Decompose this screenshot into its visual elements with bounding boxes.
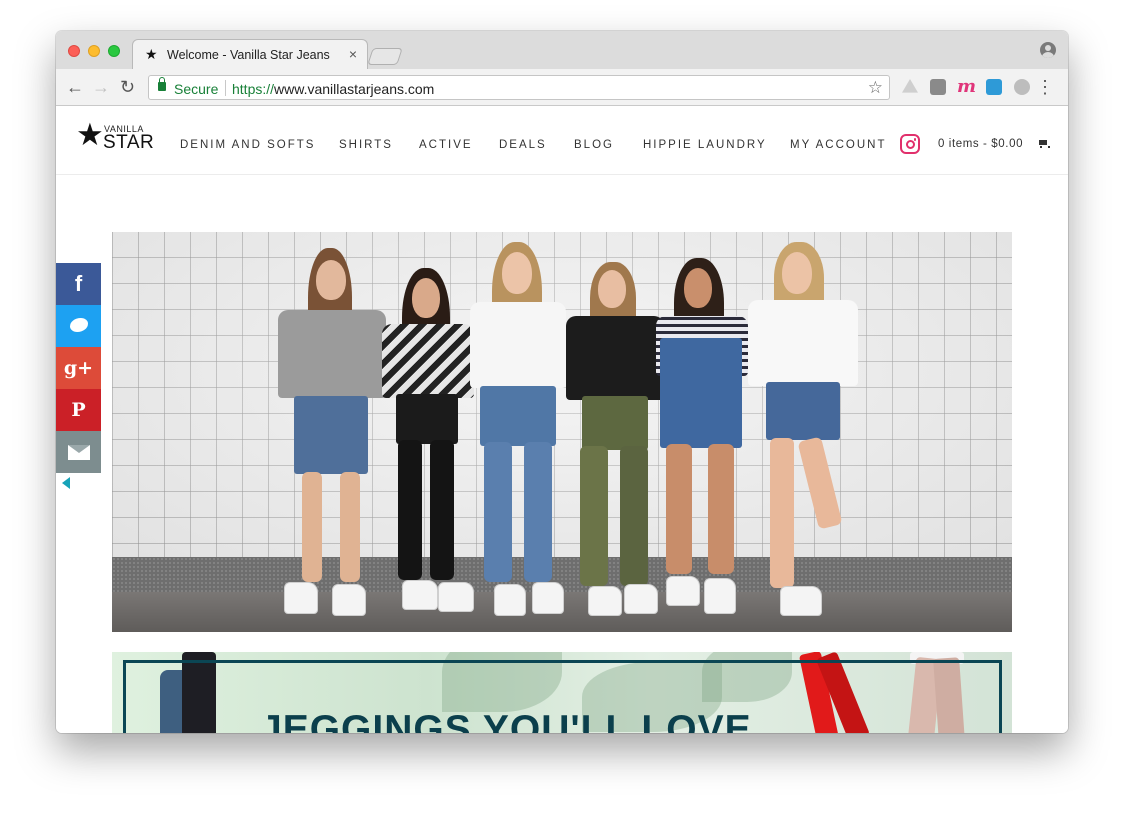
twitter-share-button[interactable] — [56, 305, 101, 347]
model-figure — [272, 248, 392, 628]
tab-close-icon[interactable]: × — [349, 46, 357, 62]
star-logo-icon: ★ — [76, 117, 104, 152]
nav-denim-and-softs[interactable]: DENIM AND SOFTS — [180, 139, 315, 151]
model-figure — [462, 242, 574, 622]
browser-window: ★ Welcome - Vanilla Star Jeans × ← → ↻ S… — [56, 31, 1068, 733]
tab-strip: ★ Welcome - Vanilla Star Jeans × — [56, 31, 1068, 69]
googleplus-icon: g+ — [63, 357, 94, 379]
logo-big-text: STAR — [103, 132, 155, 153]
new-tab-button[interactable] — [367, 48, 403, 65]
url-scheme: https:// — [232, 81, 275, 97]
social-share-bar: f g+ P — [56, 263, 101, 489]
pocket-extension-icon[interactable] — [930, 79, 946, 95]
hero-image — [112, 232, 1012, 632]
pinterest-icon: P — [71, 399, 86, 421]
model-figure — [566, 262, 666, 622]
forward-arrow-icon[interactable]: → — [92, 77, 110, 97]
tab-title: Welcome - Vanilla Star Jeans — [167, 48, 330, 62]
site-logo[interactable]: ★ VANILLA STAR — [76, 117, 155, 154]
email-share-button[interactable] — [56, 431, 101, 473]
star-favicon-icon: ★ — [145, 46, 158, 62]
site-header: ★ VANILLA STAR DENIM AND SOFTS SHIRTS AC… — [56, 106, 1068, 175]
cart-icon[interactable] — [1038, 139, 1050, 148]
twitter-icon — [70, 318, 88, 332]
blue-extension-icon[interactable] — [986, 79, 1002, 95]
model-figure — [652, 258, 752, 618]
secure-label: Secure — [174, 81, 219, 97]
promo-banner[interactable]: JEGGINGS YOU'LL LOVE — [112, 652, 1012, 733]
googleplus-share-button[interactable]: g+ — [56, 347, 101, 389]
nav-shirts[interactable]: SHIRTS — [339, 139, 393, 151]
minimize-window-button[interactable] — [88, 45, 100, 57]
skype-extension-icon[interactable] — [1014, 79, 1030, 95]
back-arrow-icon[interactable]: ← — [66, 77, 84, 97]
browser-tab[interactable]: ★ Welcome - Vanilla Star Jeans × — [132, 39, 368, 69]
lock-icon — [158, 77, 166, 91]
cart-summary[interactable]: 0 items - $0.00 — [938, 138, 1023, 150]
nav-hippie-laundry[interactable]: HIPPIE LAUNDRY — [643, 139, 767, 151]
m-extension-icon[interactable]: m — [957, 76, 977, 97]
model-figure — [738, 242, 864, 622]
pinterest-share-button[interactable]: P — [56, 389, 101, 431]
promo-headline: JEGGINGS YOU'LL LOVE — [260, 708, 752, 733]
bookmark-star-icon[interactable]: ☆ — [868, 78, 883, 98]
profile-icon[interactable] — [1040, 42, 1056, 58]
nav-active[interactable]: ACTIVE — [419, 139, 473, 151]
address-bar[interactable]: Secure https://www.vanillastarjeans.com … — [148, 75, 890, 100]
instagram-icon[interactable] — [900, 134, 920, 154]
web-page: ★ VANILLA STAR DENIM AND SOFTS SHIRTS AC… — [56, 106, 1068, 733]
drive-extension-icon[interactable] — [902, 79, 918, 93]
collapse-share-arrow-icon[interactable] — [62, 477, 70, 489]
browser-menu-icon[interactable]: ⋮ — [1036, 77, 1054, 97]
url-host: www.vanillastarjeans.com — [274, 81, 435, 97]
url-separator — [225, 80, 226, 96]
facebook-icon: f — [74, 271, 83, 296]
facebook-share-button[interactable]: f — [56, 263, 101, 305]
nav-deals[interactable]: DEALS — [499, 139, 547, 151]
zoom-window-button[interactable] — [108, 45, 120, 57]
browser-toolbar: ← → ↻ Secure https://www.vanillastarjean… — [56, 69, 1068, 106]
nav-my-account[interactable]: MY ACCOUNT — [790, 139, 886, 151]
close-window-button[interactable] — [68, 45, 80, 57]
nav-blog[interactable]: BLOG — [574, 139, 614, 151]
envelope-icon — [68, 445, 90, 460]
reload-icon[interactable]: ↻ — [120, 77, 135, 97]
url-text[interactable]: https://www.vanillastarjeans.com — [232, 81, 434, 97]
